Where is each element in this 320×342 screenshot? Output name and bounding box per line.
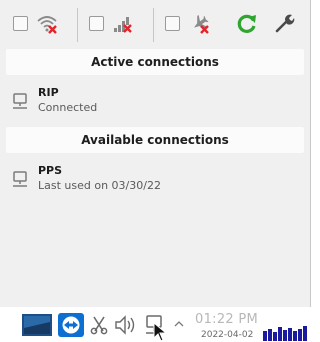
wifi-toggle-checkbox[interactable] <box>13 16 28 31</box>
clock-time[interactable]: 01:22 PM <box>195 312 258 327</box>
airplane-mode-disabled-icon[interactable] <box>188 12 210 34</box>
network-toolbar <box>0 0 311 50</box>
available-connections-title: Available connections <box>81 133 229 147</box>
refresh-icon[interactable] <box>236 12 258 34</box>
wired-network-icon <box>13 93 27 109</box>
active-connections-header: Active connections <box>6 49 304 75</box>
connection-status: Connected <box>38 101 98 114</box>
chevron-up-icon[interactable] <box>174 319 184 329</box>
toolbar-separator <box>77 8 78 42</box>
clock-date[interactable]: 2022-04-02 <box>201 330 253 340</box>
teamviewer-icon[interactable] <box>58 313 84 337</box>
taskbar: 01:22 PM 2022-04-02 <box>0 307 311 342</box>
toolbar-separator <box>153 8 154 42</box>
system-monitor-graph-icon[interactable] <box>263 323 311 341</box>
mouse-cursor-icon <box>153 322 168 342</box>
active-connections-title: Active connections <box>91 55 219 69</box>
settings-wrench-icon[interactable] <box>273 12 295 34</box>
screen-preview-icon[interactable] <box>22 314 52 336</box>
connection-name: PPS <box>38 164 63 177</box>
network-popup: Active connections RIP Connected Availab… <box>0 0 311 307</box>
connection-item-rip[interactable]: RIP Connected <box>8 83 304 123</box>
connection-name: RIP <box>38 86 59 99</box>
mobile-toggle-checkbox[interactable] <box>89 16 104 31</box>
connection-status: Last used on 03/30/22 <box>38 179 161 192</box>
mobile-broadband-disabled-icon[interactable] <box>112 12 134 34</box>
available-connections-header: Available connections <box>6 127 304 153</box>
wifi-disabled-icon[interactable] <box>36 12 58 34</box>
wired-network-icon <box>13 171 27 187</box>
scissors-icon[interactable] <box>89 315 109 335</box>
airplane-toggle-checkbox[interactable] <box>165 16 180 31</box>
volume-icon[interactable] <box>114 314 138 336</box>
connection-item-pps[interactable]: PPS Last used on 03/30/22 <box>8 161 304 201</box>
